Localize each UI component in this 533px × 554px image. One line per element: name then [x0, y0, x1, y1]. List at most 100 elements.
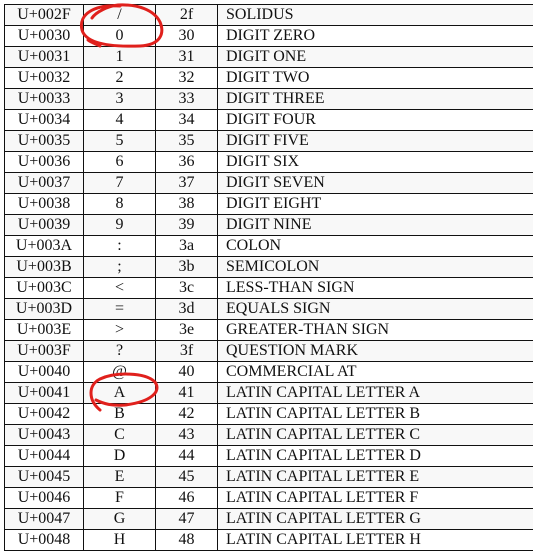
character-cell: 3 [83, 88, 156, 110]
table-row: U+0039 9 39 DIGIT NINE [4, 214, 533, 236]
code-point-cell: U+0037 [4, 172, 84, 194]
hex-cell: 44 [155, 445, 218, 467]
character-name-cell: LATIN CAPITAL LETTER B [217, 403, 533, 425]
character-name-cell: LATIN CAPITAL LETTER G [217, 508, 533, 530]
code-point-cell: U+0047 [4, 508, 84, 530]
table-row: U+0031 1 31 DIGIT ONE [4, 46, 533, 68]
character-cell: 4 [83, 109, 156, 131]
character-cell: : [83, 235, 156, 257]
character-name-cell: DIGIT NINE [217, 214, 533, 236]
hex-cell: 31 [155, 46, 218, 68]
character-name-cell: COMMERCIAL AT [217, 361, 533, 383]
hex-cell: 2f [155, 4, 218, 26]
code-point-cell: U+003B [4, 256, 84, 278]
character-name-cell: DIGIT ONE [217, 46, 533, 68]
code-point-cell: U+0038 [4, 193, 84, 215]
code-point-cell: U+0045 [4, 466, 84, 488]
code-point-cell: U+0032 [4, 67, 84, 89]
character-name-cell: DIGIT FIVE [217, 130, 533, 152]
table-row: U+0038 8 38 DIGIT EIGHT [4, 193, 533, 215]
character-name-cell: DIGIT SIX [217, 151, 533, 173]
table-row: U+003B; 3b SEMICOLON [4, 256, 533, 278]
hex-cell: 32 [155, 67, 218, 89]
character-name-cell: DIGIT FOUR [217, 109, 533, 131]
table-row: U+0037 7 37 DIGIT SEVEN [4, 172, 533, 194]
character-cell: 0 [83, 25, 156, 47]
code-point-cell: U+003F [4, 340, 84, 362]
character-cell: B [83, 403, 156, 425]
character-cell: 8 [83, 193, 156, 215]
character-name-cell: EQUALS SIGN [217, 298, 533, 320]
character-name-cell: LATIN CAPITAL LETTER A [217, 382, 533, 404]
character-cell: H [83, 529, 156, 551]
hex-cell: 33 [155, 88, 218, 110]
table-row: U+0047 G 47 LATIN CAPITAL LETTER G [4, 508, 533, 530]
code-point-cell: U+0033 [4, 88, 84, 110]
character-name-cell: GREATER-THAN SIGN [217, 319, 533, 341]
hex-cell: 43 [155, 424, 218, 446]
hex-cell: 3e [155, 319, 218, 341]
hex-cell: 38 [155, 193, 218, 215]
character-name-cell: DIGIT SEVEN [217, 172, 533, 194]
character-cell: D [83, 445, 156, 467]
hex-cell: 3f [155, 340, 218, 362]
character-cell: 9 [83, 214, 156, 236]
character-cell: > [83, 319, 156, 341]
code-point-cell: U+003C [4, 277, 84, 299]
character-cell: E [83, 466, 156, 488]
hex-cell: 39 [155, 214, 218, 236]
code-point-cell: U+003D [4, 298, 84, 320]
table-row: U+003A:3a COLON [4, 235, 533, 257]
code-point-cell: U+0046 [4, 487, 84, 509]
character-cell: ? [83, 340, 156, 362]
hex-cell: 36 [155, 151, 218, 173]
character-name-cell: SOLIDUS [217, 4, 533, 26]
character-cell: 1 [83, 46, 156, 68]
table-row: U+0032 2 32 DIGIT TWO [4, 67, 533, 89]
character-cell: < [83, 277, 156, 299]
character-cell: = [83, 298, 156, 320]
hex-cell: 47 [155, 508, 218, 530]
table-row: U+0034 4 34 DIGIT FOUR [4, 109, 533, 131]
hex-cell: 3d [155, 298, 218, 320]
code-point-cell: U+002F [4, 4, 84, 26]
table-row: U+0030 0 30 DIGIT ZERO [4, 25, 533, 47]
code-point-cell: U+0048 [4, 529, 84, 551]
hex-cell: 40 [155, 361, 218, 383]
character-name-cell: DIGIT THREE [217, 88, 533, 110]
table-row: U+0046 F 46 LATIN CAPITAL LETTER F [4, 487, 533, 509]
character-name-cell: LESS-THAN SIGN [217, 277, 533, 299]
character-cell: A [83, 382, 156, 404]
code-point-cell: U+0041 [4, 382, 84, 404]
hex-cell: 3b [155, 256, 218, 278]
hex-cell: 45 [155, 466, 218, 488]
table-row: U+0040 @40 COMMERCIAL AT [4, 361, 533, 383]
table-row: U+003C <3c LESS-THAN SIGN [4, 277, 533, 299]
code-point-cell: U+003E [4, 319, 84, 341]
table-row: U+002F/2f SOLIDUS [4, 4, 533, 26]
character-name-cell: DIGIT ZERO [217, 25, 533, 47]
character-name-cell: LATIN CAPITAL LETTER C [217, 424, 533, 446]
code-point-cell: U+0031 [4, 46, 84, 68]
code-point-cell: U+0035 [4, 130, 84, 152]
table-row: U+0036 6 36 DIGIT SIX [4, 151, 533, 173]
character-cell: 5 [83, 130, 156, 152]
code-point-cell: U+003A [4, 235, 84, 257]
code-point-cell: U+0044 [4, 445, 84, 467]
hex-cell: 34 [155, 109, 218, 131]
table-row: U+003F? 3f QUESTION MARK [4, 340, 533, 362]
code-point-cell: U+0030 [4, 25, 84, 47]
code-point-cell: U+0039 [4, 214, 84, 236]
hex-cell: 42 [155, 403, 218, 425]
hex-cell: 3c [155, 277, 218, 299]
character-cell: 2 [83, 67, 156, 89]
table-row: U+003D = 3d EQUALS SIGN [4, 298, 533, 320]
character-name-cell: DIGIT TWO [217, 67, 533, 89]
table-row: U+003E >3e GREATER-THAN SIGN [4, 319, 533, 341]
character-name-cell: LATIN CAPITAL LETTER D [217, 445, 533, 467]
character-cell: @ [83, 361, 156, 383]
hex-cell: 41 [155, 382, 218, 404]
character-name-cell: LATIN CAPITAL LETTER H [217, 529, 533, 551]
hex-cell: 3a [155, 235, 218, 257]
code-point-cell: U+0034 [4, 109, 84, 131]
